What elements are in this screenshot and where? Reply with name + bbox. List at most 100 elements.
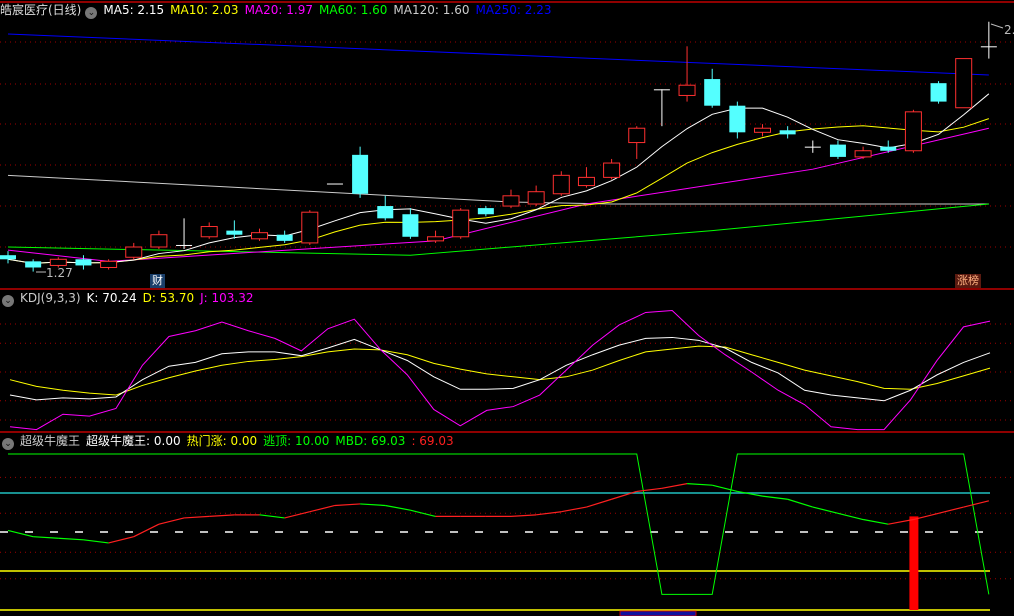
ma250-line [7,33,989,76]
mbd-segment [963,500,989,508]
kdj-j-value: J: 103.32 [200,291,254,305]
candle-up [678,84,696,96]
candle-up [577,176,595,187]
ma-label-2: MA20: 1.97 [244,3,313,17]
mbd-segment [561,506,587,513]
candle-down [829,144,846,157]
candle-up [452,209,470,238]
chevron-down-icon[interactable]: ⌄ [2,295,14,307]
mbd-segment [510,514,537,517]
mbd-segment [184,515,210,519]
mbd-segment [636,487,662,493]
ma-label-4: MA120: 1.60 [393,3,470,17]
kdj-d-value: D: 53.70 [142,291,195,305]
candle-doji [980,46,997,48]
candle-down [276,234,293,241]
low-price-label: 1.27 [46,266,73,280]
kdj-title: KDJ(9,3,3) [20,291,81,305]
ma-label-0: MA5: 2.15 [103,3,165,17]
ma120-line [7,174,989,205]
candle-doji [176,244,193,246]
ma60-line [7,203,989,256]
main-panel-header: 皓宸医疗(日线) ⌄ MA5: 2.15 MA10: 2.03 MA20: 1.97 MA… [0,2,564,19]
mbd-segment [737,490,763,497]
mbd-segment [837,512,864,521]
mbd-segment [334,503,361,507]
candle-down [704,79,721,106]
ma-label-3: MA60: 1.60 [319,3,388,17]
niumowang-label-2: 逃顶: 10.00 [263,434,330,448]
candle-down [377,206,394,219]
mbd-segment [762,495,788,500]
candle-up [854,150,872,158]
candle-up [628,127,646,144]
niumowang-title: 超级牛魔王 [20,434,81,448]
niumowang-label-4: : 69.03 [411,434,454,448]
candle-down [402,214,419,237]
candle-up [904,111,922,152]
candle-up [150,234,168,248]
mbd-segment [360,503,386,507]
candle-doji [804,146,821,148]
mbd-segment [687,483,713,486]
ma-label-5: MA250: 2.23 [475,3,552,17]
high-marker-arrow [990,23,1004,29]
badge-cai[interactable]: 财 [150,274,165,288]
candle-down [0,255,16,260]
signal-bar [909,516,919,610]
mbd-segment [787,498,813,508]
candle-doji [326,183,343,185]
chevron-down-icon[interactable]: ⌄ [85,7,98,19]
mbd-segment [309,504,336,513]
chevron-down-icon[interactable]: ⌄ [2,438,14,450]
stock-chart[interactable] [0,0,1014,616]
mbd-segment [812,506,839,514]
candle-up [100,260,118,268]
candle-down [729,105,746,133]
mbd-segment [83,539,109,544]
stock-title: 皓宸医疗(日线) [0,3,82,17]
mbd-segment [209,514,235,517]
mbd-segment [385,504,411,511]
mbd-segment [536,511,562,516]
mbd-segment [862,518,889,525]
niumowang-label-0: 超级牛魔王: 0.00 [86,434,181,448]
mbd-segment [259,514,285,519]
candle-down [930,83,947,102]
mbd-segment [661,483,688,489]
ma-label-1: MA10: 2.03 [170,3,239,17]
candle-down [352,154,369,194]
candle-up [552,174,570,195]
niumowang-label-1: 热门涨: 0.00 [186,434,258,448]
candle-up [251,232,268,240]
candle-up [955,58,973,109]
kdj-d-line [9,345,991,396]
high-price-label: 2. [1004,23,1014,37]
candle-up [502,195,520,207]
kdj-k-line [9,336,991,402]
taoding-line [8,453,990,595]
candle-doji [653,89,670,91]
scroll-indicator [619,610,697,616]
candle-up [527,191,545,205]
kdj-k-value: K: 70.24 [86,291,137,305]
candle-down [25,261,42,268]
candle-up [603,162,621,178]
candle-down [477,208,494,215]
candle-down [880,146,897,151]
mbd-segment [58,537,84,541]
mbd-segment [284,511,310,519]
mbd-segment [133,523,160,538]
niumowang-label-3: MBD: 69.03 [335,434,406,448]
mbd-segment [158,517,185,525]
niumowang-panel-header: ⌄ 超级牛魔王 超级牛魔王: 0.00 热门涨: 0.00 逃顶: 10.00 MBD: … [0,433,466,450]
kdj-j-line [9,310,991,431]
badge-zhangbang[interactable]: 涨榜 [955,274,981,288]
candle-up [301,211,319,244]
candle-up [125,246,143,258]
candle-up [200,226,218,238]
mbd-segment [712,484,738,493]
mbd-segment [33,536,59,539]
mbd-segment [108,536,134,544]
mbd-segment [938,506,964,514]
